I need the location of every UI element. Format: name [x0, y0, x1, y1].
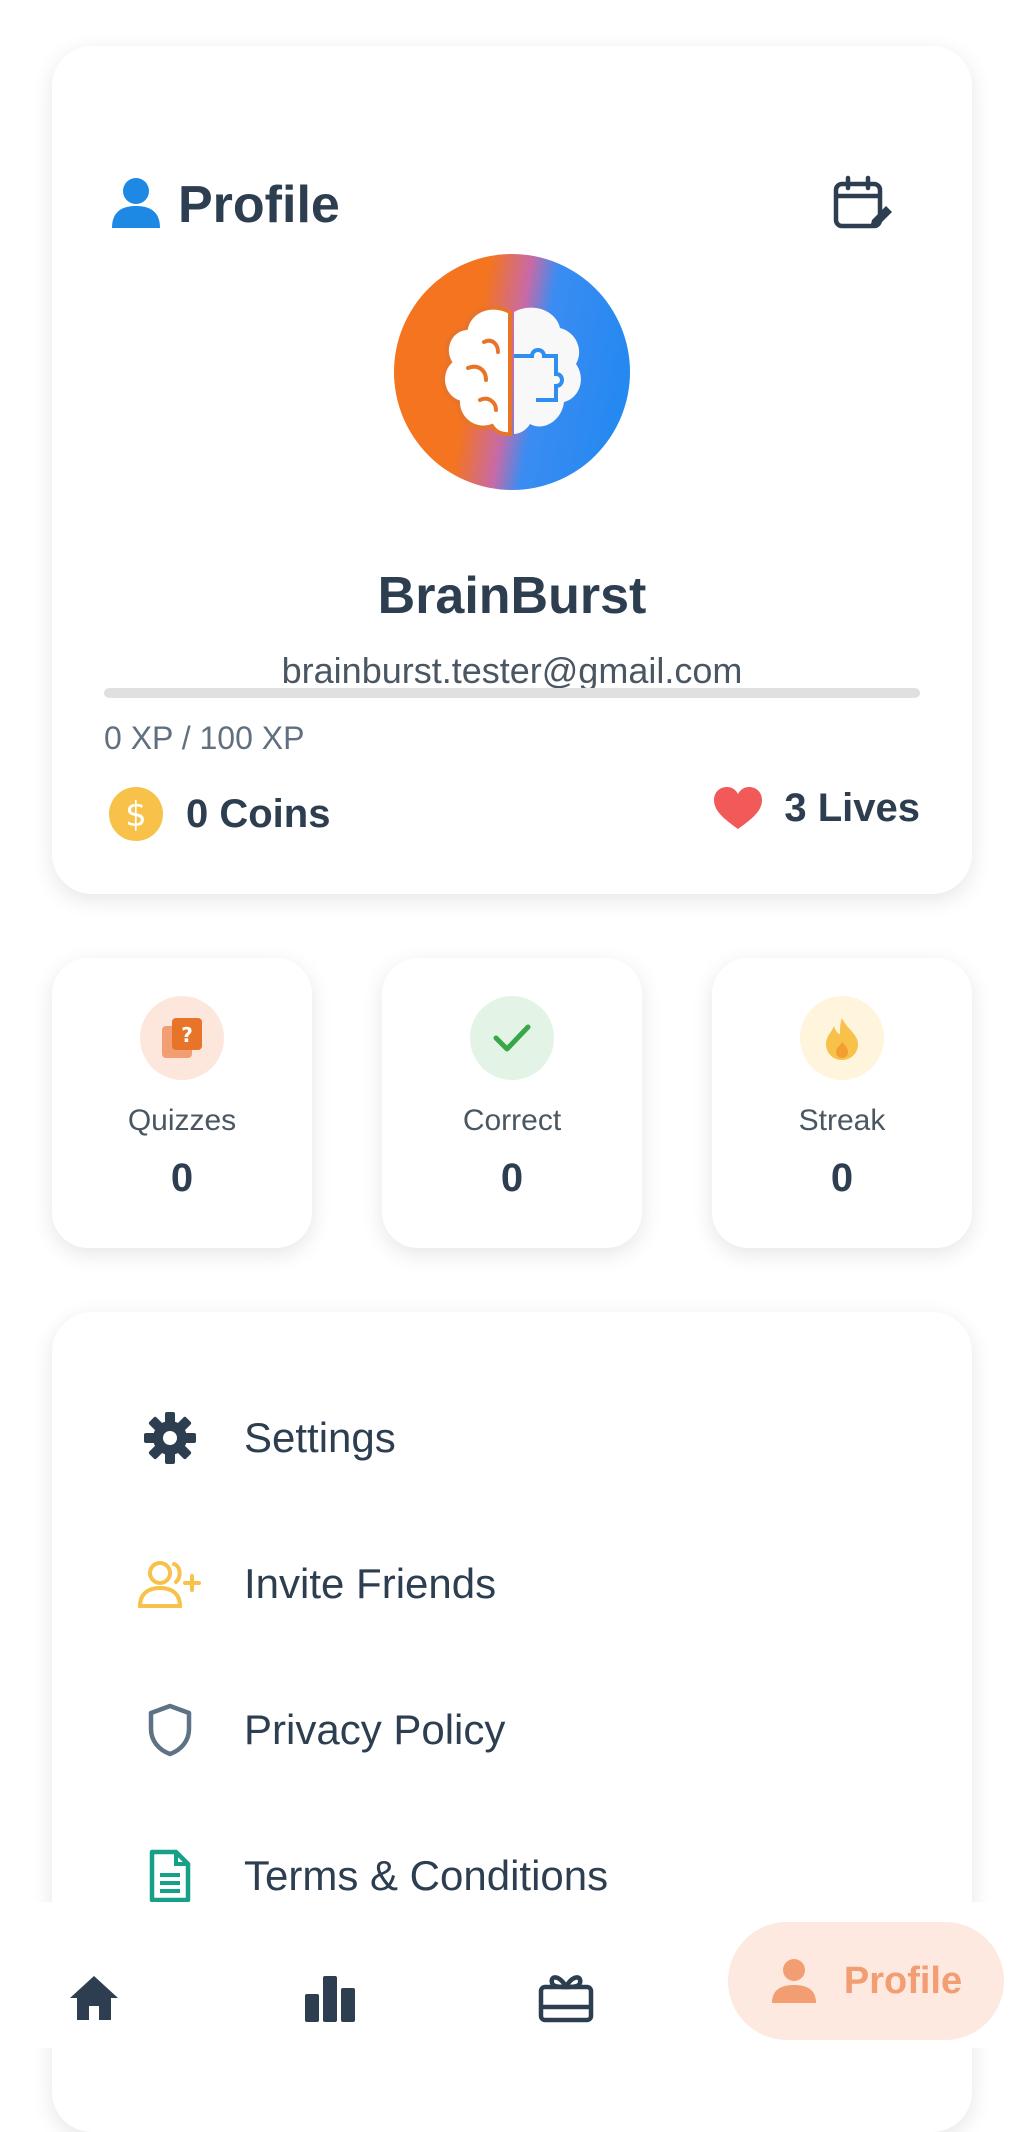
username: BrainBurst [377, 567, 647, 625]
menu-item-label: Terms & Conditions [244, 1852, 609, 1899]
nav-profile[interactable]: Profile [728, 1922, 1004, 2040]
heart-icon [714, 786, 763, 829]
gear-icon [144, 1412, 196, 1464]
fire-icon-wrap [800, 996, 884, 1080]
menu-item-privacy-policy[interactable]: Privacy Policy [132, 1690, 505, 1770]
stat-label: Quizzes [127, 1104, 237, 1137]
menu-item-settings[interactable]: Settings [132, 1398, 396, 1478]
quiz-icon: ? [162, 1018, 202, 1058]
bottom-navigation: Profile [0, 1902, 1024, 2048]
menu-item-label: Settings [244, 1414, 396, 1461]
fire-icon [826, 1018, 858, 1060]
stat-value: 0 [500, 1156, 524, 1200]
profile-card: Profile BrainBurst brainburst.tester@gma… [52, 46, 972, 894]
shield-icon [148, 1703, 192, 1757]
menu-item-label: Privacy Policy [244, 1706, 506, 1753]
page-title: Profile [178, 175, 340, 234]
menu-item-invite-friends[interactable]: Invite Friends [132, 1544, 496, 1624]
stat-value: 0 [830, 1156, 854, 1200]
stat-label: Streak [798, 1104, 886, 1137]
home-icon [70, 1976, 118, 2020]
coins-text: 0 Coins [186, 791, 331, 836]
svg-text:?: ? [181, 1023, 193, 1047]
stat-card-streak: Streak 0 [712, 958, 972, 1248]
stat-value: 0 [170, 1156, 194, 1200]
calendar-edit-icon [833, 175, 892, 229]
profile-icon [771, 1959, 816, 2003]
leaderboard-icon [305, 1976, 355, 2022]
lives-text: 3 Lives [784, 786, 920, 830]
user-icon [108, 174, 164, 235]
check-icon-wrap [470, 996, 554, 1080]
stat-card-correct: Correct 0 [382, 958, 642, 1248]
xp-progress-bar [104, 688, 920, 698]
stat-card-quizzes: ? Quizzes 0 [52, 958, 312, 1248]
svg-text:$: $ [125, 795, 147, 835]
check-icon [493, 1024, 531, 1052]
rewards-icon [538, 1975, 594, 2023]
menu-item-label: Invite Friends [244, 1560, 497, 1607]
profile-header: Profile [108, 174, 340, 235]
nav-rewards[interactable] [536, 1958, 596, 2038]
stat-label: Correct [462, 1104, 562, 1137]
user-email: brainburst.tester@gmail.com [281, 650, 743, 691]
add-user-icon [138, 1561, 201, 1608]
brain-icon [441, 305, 581, 437]
coin-icon: $ [109, 787, 163, 841]
nav-home[interactable] [64, 1958, 124, 2038]
nav-leaderboard[interactable] [300, 1958, 360, 2038]
edit-profile-button[interactable] [832, 174, 892, 234]
avatar[interactable] [394, 254, 630, 490]
xp-text: 0 XP / 100 XP [104, 720, 305, 756]
nav-profile-label: Profile [843, 1959, 963, 2002]
quiz-icon-wrap: ? [140, 996, 224, 1080]
lives-display: 3 Lives [714, 786, 920, 831]
document-icon [149, 1849, 191, 1903]
coins-display: $ 0 Coins [108, 786, 330, 842]
